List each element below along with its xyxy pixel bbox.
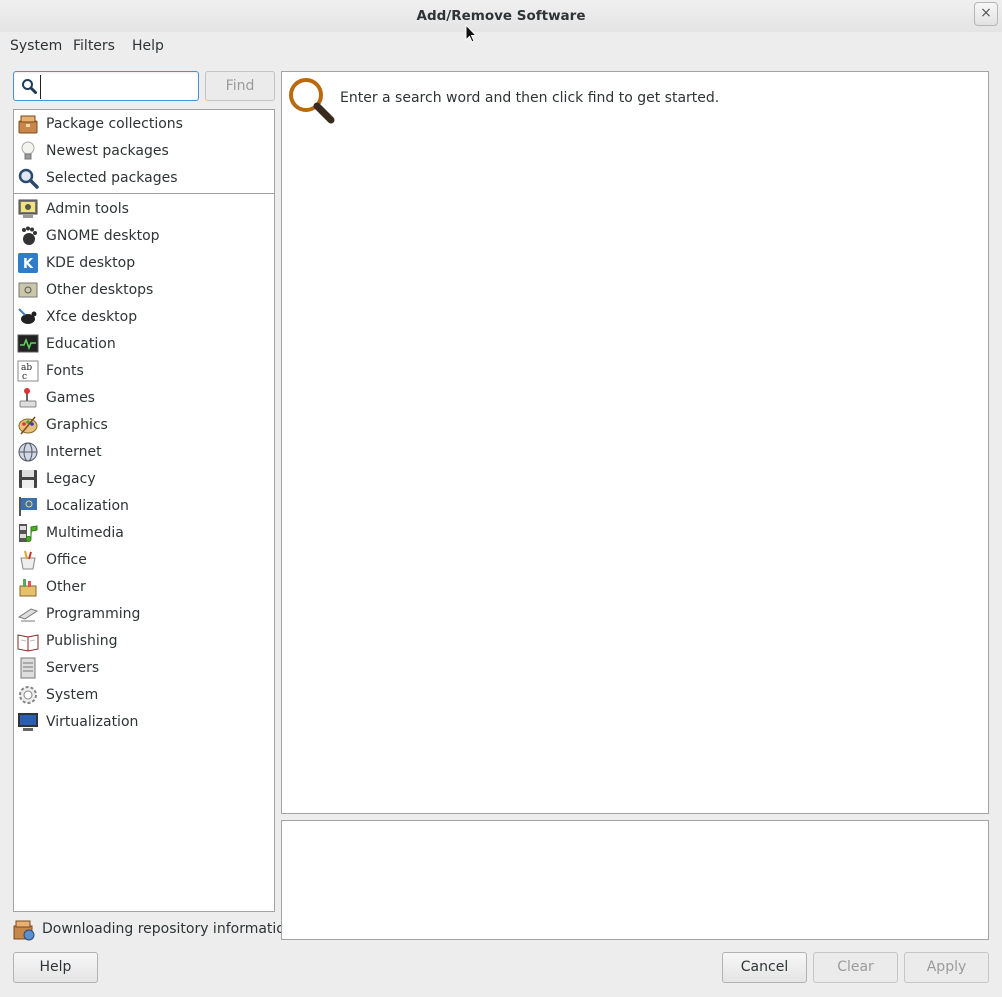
servers-icon: [20, 657, 36, 679]
category-gnome-desktop[interactable]: GNOME desktop: [14, 223, 274, 250]
virtualization-monitor-icon: [18, 713, 38, 731]
education-icon: [17, 334, 39, 353]
search-box[interactable]: [13, 71, 199, 101]
category-multimedia[interactable]: Multimedia: [14, 520, 274, 547]
category-kde-desktop[interactable]: K KDE desktop: [14, 250, 274, 277]
category-label: Internet: [46, 444, 102, 460]
category-graphics[interactable]: Graphics: [14, 412, 274, 439]
category-label: Programming: [46, 606, 141, 622]
games-joystick-icon: [19, 388, 37, 408]
category-label: Xfce desktop: [46, 309, 138, 325]
category-label: Graphics: [46, 417, 108, 433]
magnifier-icon: [18, 168, 39, 189]
category-localization[interactable]: Localization: [14, 493, 274, 520]
category-label: Publishing: [46, 633, 118, 649]
other-box-icon: [19, 579, 37, 597]
group-item-label: Package collections: [46, 116, 183, 132]
category-publishing[interactable]: Publishing: [14, 628, 274, 655]
group-item-label: Selected packages: [46, 170, 178, 186]
find-button[interactable]: Find: [205, 71, 275, 101]
group-list: Package collections Newest packages Sele…: [13, 109, 275, 912]
category-other[interactable]: Other: [14, 574, 274, 601]
group-item-label: Newest packages: [46, 143, 169, 159]
downloading-repository-icon: [13, 920, 35, 941]
localization-flag-icon: [19, 497, 37, 516]
lightbulb-icon: [21, 141, 35, 160]
search-icon: [22, 79, 37, 94]
category-label: Admin tools: [46, 201, 129, 217]
category-label: GNOME desktop: [46, 228, 160, 244]
details-panel: [281, 820, 989, 940]
category-programming[interactable]: Programming: [14, 601, 274, 628]
title-bar[interactable]: Add/Remove Software ×: [0, 0, 1002, 32]
multimedia-icon: [19, 524, 38, 542]
programming-icon: [17, 608, 39, 622]
category-label: Localization: [46, 498, 129, 514]
kde-icon: K: [18, 253, 38, 273]
system-gear-icon: [19, 686, 37, 704]
category-xfce-desktop[interactable]: Xfce desktop: [14, 304, 274, 331]
category-legacy[interactable]: Legacy: [14, 466, 274, 493]
category-fonts[interactable]: ab c Fonts: [14, 358, 274, 385]
svg-text:c: c: [22, 372, 27, 382]
group-item-newest-packages[interactable]: Newest packages: [14, 138, 274, 165]
results-panel: Enter a search word and then click find …: [281, 71, 989, 814]
category-label: Multimedia: [46, 525, 124, 541]
category-label: Fonts: [46, 363, 84, 379]
category-other-desktops[interactable]: Other desktops: [14, 277, 274, 304]
graphics-palette-icon: [18, 416, 38, 435]
search-input[interactable]: [40, 75, 195, 99]
category-education[interactable]: Education: [14, 331, 274, 358]
group-item-package-collections[interactable]: Package collections: [14, 111, 274, 138]
close-button[interactable]: ×: [974, 2, 998, 26]
category-games[interactable]: Games: [14, 385, 274, 412]
status-area: Downloading repository information: [13, 919, 294, 941]
results-message: Enter a search word and then click find …: [340, 90, 720, 106]
other-desktops-icon: [18, 282, 38, 298]
mouse-cursor-icon: [465, 24, 477, 43]
category-label: Other desktops: [46, 282, 154, 298]
status-text: Downloading repository information: [42, 921, 294, 937]
help-button[interactable]: Help: [13, 952, 98, 983]
xfce-mouse-icon: [18, 308, 37, 324]
svg-text:K: K: [23, 257, 34, 272]
search-magnifier-icon: [289, 78, 335, 124]
category-office[interactable]: Office: [14, 547, 274, 574]
internet-globe-icon: [18, 442, 38, 462]
category-internet[interactable]: Internet: [14, 439, 274, 466]
category-servers[interactable]: Servers: [14, 655, 274, 682]
category-label: Games: [46, 390, 95, 406]
category-label: Servers: [46, 660, 100, 676]
office-icon: [20, 550, 36, 570]
legacy-floppy-icon: [19, 470, 37, 488]
category-label: System: [46, 687, 99, 703]
menu-help[interactable]: Help: [132, 38, 164, 54]
package-collections-icon: [18, 115, 38, 134]
group-item-selected-packages[interactable]: Selected packages: [14, 165, 274, 192]
clear-button[interactable]: Clear: [813, 952, 898, 983]
group-separator: [14, 193, 274, 194]
publishing-book-icon: [17, 634, 39, 652]
category-label: Education: [46, 336, 116, 352]
menu-filters[interactable]: Filters: [73, 38, 115, 54]
category-label: KDE desktop: [46, 255, 136, 271]
apply-button[interactable]: Apply: [904, 952, 989, 983]
category-system[interactable]: System: [14, 682, 274, 709]
menu-system[interactable]: System: [10, 38, 62, 54]
fonts-icon: ab c: [17, 360, 39, 382]
gnome-foot-icon: [22, 226, 37, 245]
category-label: Legacy: [46, 471, 96, 487]
cancel-button[interactable]: Cancel: [722, 952, 807, 983]
category-virtualization[interactable]: Virtualization: [14, 709, 274, 736]
category-label: Other: [46, 579, 86, 595]
category-label: Virtualization: [46, 714, 139, 730]
category-admin-tools[interactable]: Admin tools: [14, 196, 274, 223]
category-label: Office: [46, 552, 87, 568]
admin-tools-icon: [18, 199, 38, 218]
window-title: Add/Remove Software: [416, 8, 586, 24]
